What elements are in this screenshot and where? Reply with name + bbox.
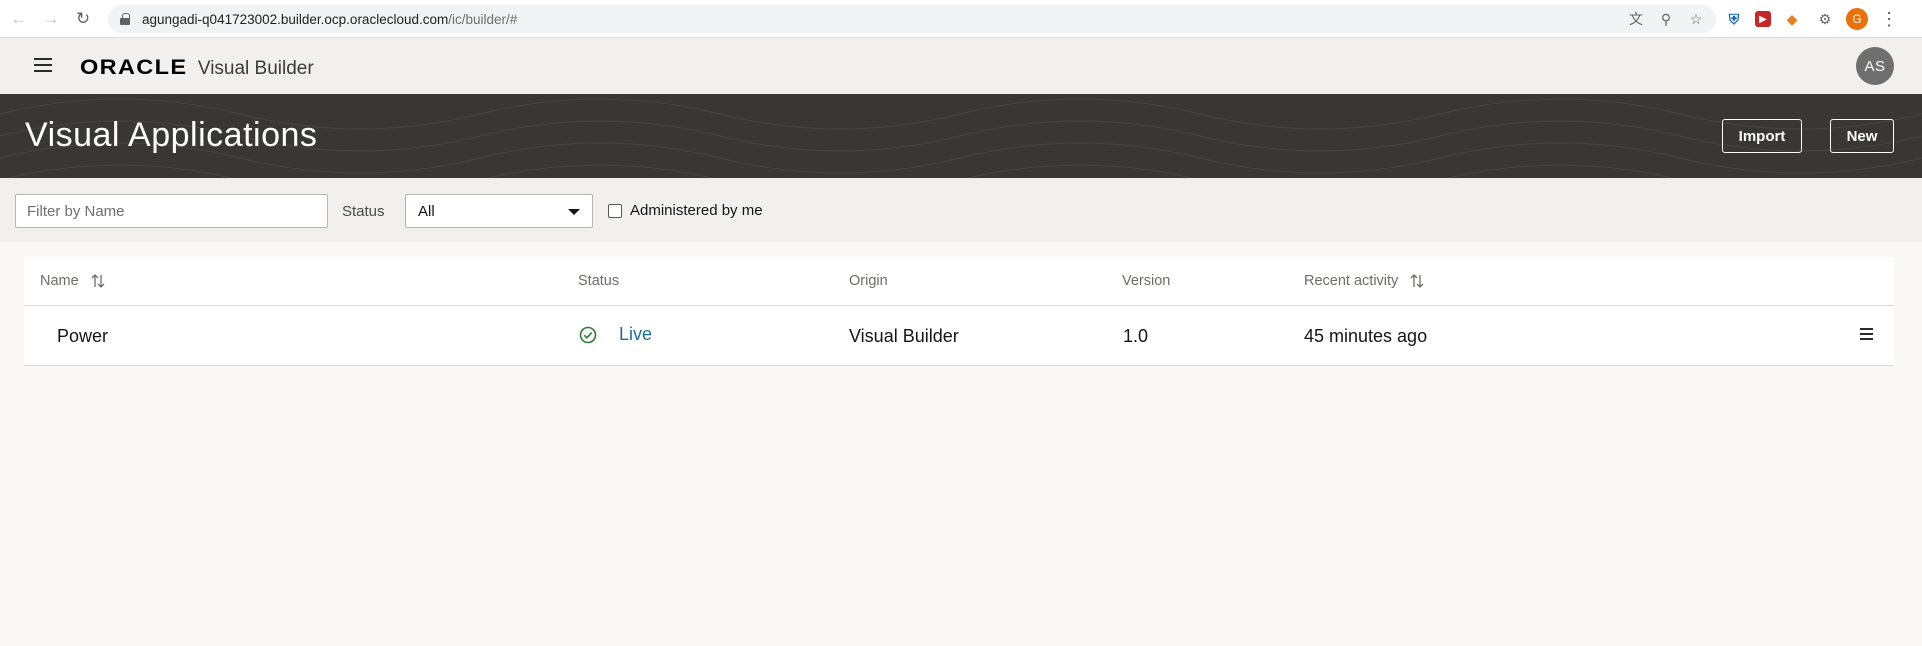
extensions-puzzle-icon[interactable]: ⚙ [1813, 7, 1837, 31]
origin-cell: Visual Builder [849, 326, 959, 346]
browser-toolbar: ← → ↻ agungadi-q041723002.builder.ocp.or… [0, 0, 1922, 38]
filter-bar: Status All Administered by me [0, 178, 1922, 242]
zoom-icon[interactable]: ⚲ [1656, 9, 1676, 29]
column-status-label: Status [578, 273, 620, 289]
version-cell: 1.0 [1123, 326, 1149, 346]
back-icon[interactable]: ← [6, 6, 32, 32]
browser-menu-icon[interactable]: ⋮ [1877, 7, 1901, 31]
administered-by-me-checkbox[interactable] [608, 204, 622, 218]
status-filter-select[interactable]: All [405, 194, 593, 228]
column-header-recent-activity[interactable]: Recent activity [1304, 273, 1424, 289]
status-filter-value: All [418, 202, 435, 220]
fox-extension-icon[interactable]: ◆ [1780, 7, 1804, 31]
column-header-name[interactable]: Name [40, 273, 105, 289]
product-name: Visual Builder [197, 58, 314, 79]
hamburger-menu-icon[interactable] [34, 58, 52, 72]
administered-by-me-label[interactable]: Administered by me [630, 202, 763, 219]
table-header: Name Status Origin Version Recent activi… [24, 257, 1894, 306]
brand: ORACLE Visual Builder [80, 56, 314, 80]
column-header-status: Status [578, 273, 619, 289]
user-avatar[interactable]: AS [1856, 47, 1894, 85]
recent-activity-cell: 45 minutes ago [1304, 326, 1428, 346]
check-circle-icon [579, 326, 597, 344]
address-bar[interactable]: agungadi-q041723002.builder.ocp.oraclecl… [108, 5, 1716, 33]
applications-table: Name Status Origin Version Recent activi… [24, 257, 1894, 366]
row-actions-menu-icon[interactable] [1860, 328, 1873, 340]
sort-icon[interactable] [91, 273, 105, 289]
column-version-label: Version [1122, 273, 1171, 289]
column-recent-label: Recent activity [1304, 273, 1399, 289]
lock-icon [120, 13, 130, 25]
reload-icon[interactable]: ↻ [70, 6, 96, 32]
app-header: ORACLE Visual Builder AS [0, 38, 1922, 94]
column-header-version: Version [1122, 273, 1170, 289]
status-live-link[interactable]: Live [619, 324, 652, 345]
table-row[interactable]: Power Live Visual Builder 1.0 45 minutes… [24, 306, 1894, 366]
sort-icon[interactable] [1410, 273, 1424, 289]
page-banner: Visual Applications Import New [0, 94, 1922, 178]
filter-by-name-input[interactable] [15, 194, 328, 228]
new-button[interactable]: New [1830, 119, 1894, 153]
status-filter-label: Status [342, 203, 385, 220]
forward-icon[interactable]: → [38, 6, 64, 32]
import-button[interactable]: Import [1722, 119, 1802, 153]
media-extension-icon[interactable]: ▶ [1755, 11, 1771, 27]
translate-icon[interactable]: 文 [1626, 9, 1646, 29]
profile-avatar[interactable]: G [1846, 8, 1868, 30]
chevron-down-icon [568, 209, 580, 215]
column-origin-label: Origin [849, 273, 888, 289]
column-name-label: Name [40, 273, 79, 289]
url-path: /ic/builder/# [448, 11, 518, 27]
bookmark-star-icon[interactable]: ☆ [1686, 9, 1706, 29]
oracle-logo: ORACLE [80, 56, 188, 79]
column-header-origin: Origin [849, 273, 888, 289]
page-title: Visual Applications [25, 116, 318, 154]
shield-extension-icon[interactable]: ⛨ [1722, 7, 1746, 31]
app-name-cell[interactable]: Power [57, 326, 108, 347]
url-host: agungadi-q041723002.builder.ocp.oraclecl… [142, 11, 449, 27]
